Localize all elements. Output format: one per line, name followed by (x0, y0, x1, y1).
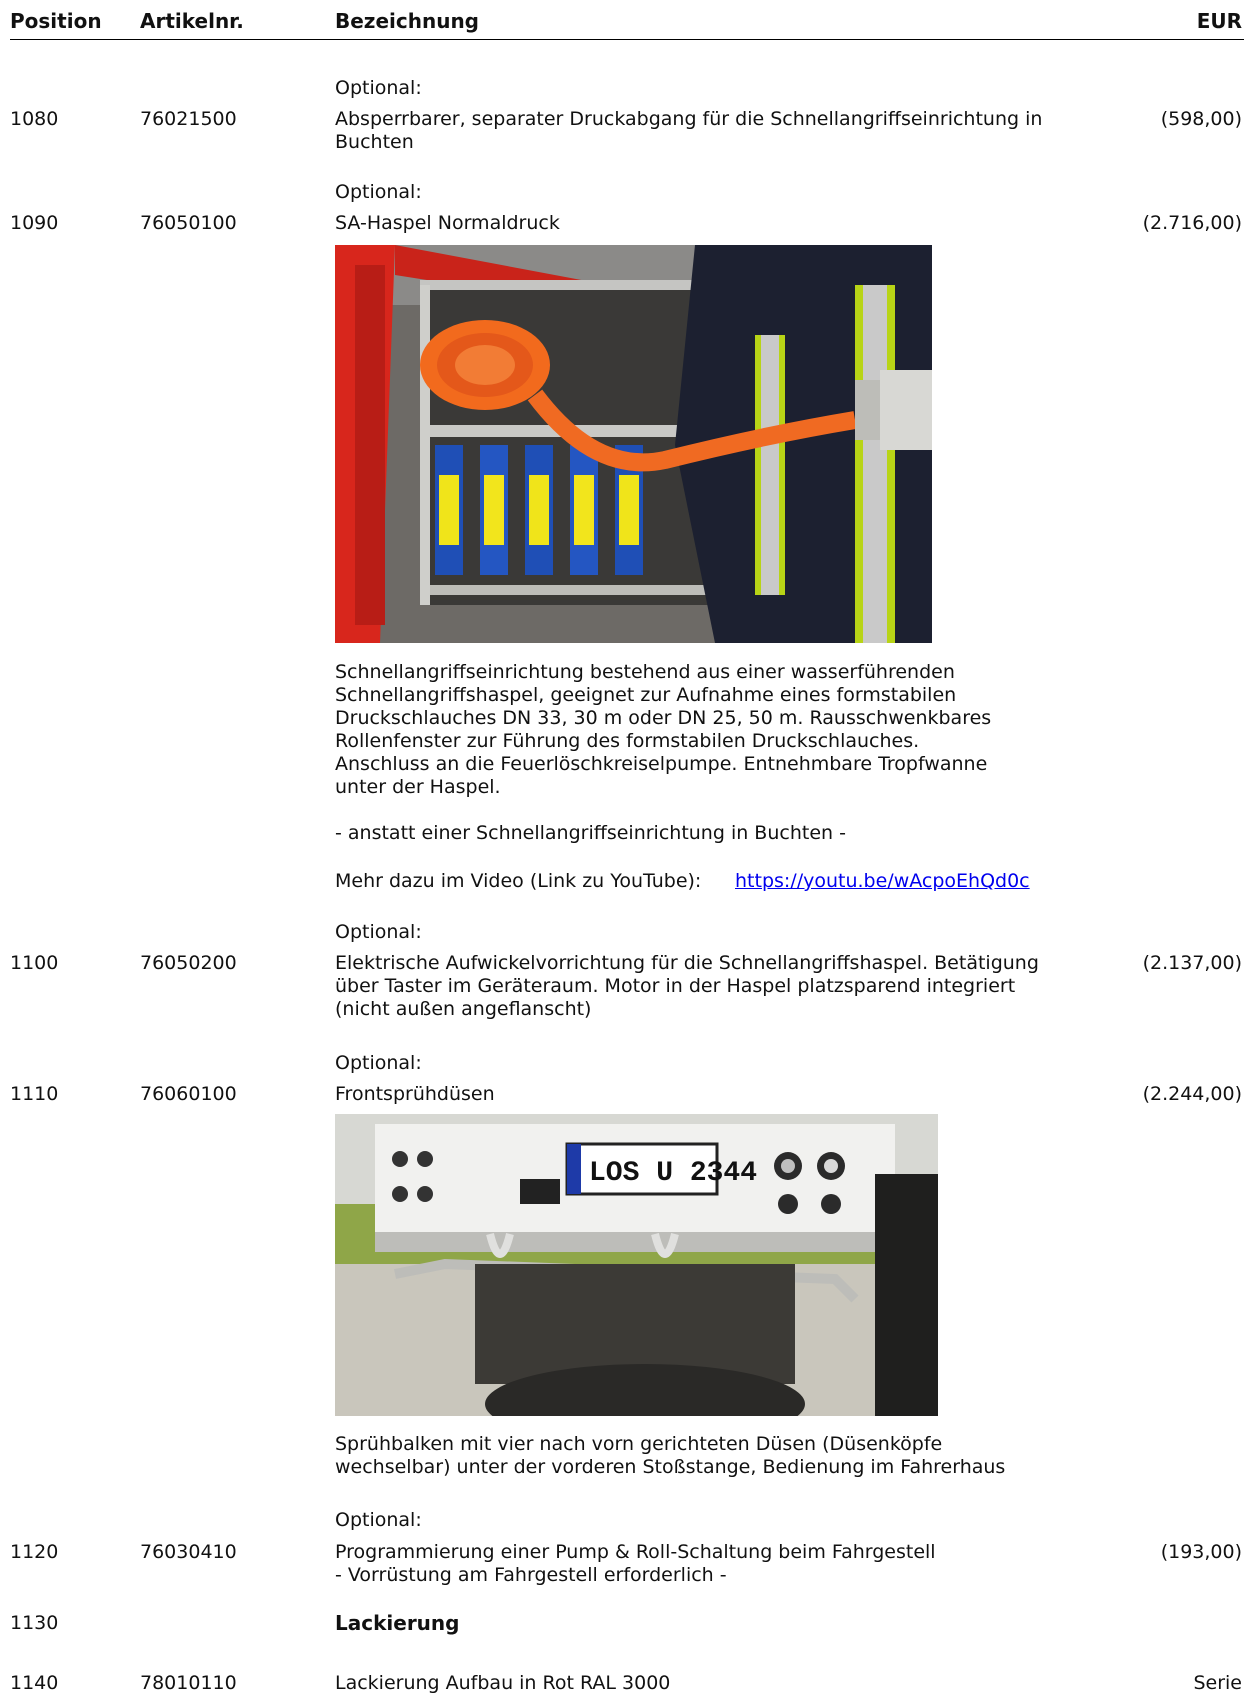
optional-label: Optional: (335, 1509, 422, 1531)
header-position: Position (10, 9, 102, 33)
position-number: 1110 (10, 1083, 59, 1105)
header-divider (10, 39, 1244, 40)
optional-label: Optional: (335, 181, 422, 203)
front-spray-image: LOS U 2344 (335, 1114, 938, 1416)
item-price: (2.137,00) (1142, 952, 1242, 974)
header-artikelnr: Artikelnr. (140, 9, 244, 33)
item-price: Serie (1193, 1672, 1242, 1694)
item-description: Programmierung einer Pump & Roll-Schaltu… (335, 1541, 936, 1563)
hose-reel-image (335, 245, 932, 643)
article-number: 78010110 (140, 1672, 237, 1694)
item-price: (2.716,00) (1142, 212, 1242, 234)
item-detail-text: Schnellangriffseinrichtung bestehend aus… (335, 661, 992, 798)
item-price: (193,00) (1160, 1541, 1242, 1563)
article-number: 76050200 (140, 952, 237, 974)
item-description-note: - Vorrüstung am Fahrgestell erforderlich… (335, 1564, 727, 1586)
position-number: 1140 (10, 1672, 59, 1694)
item-price: (598,00) (1160, 108, 1242, 130)
article-number: 76050100 (140, 212, 237, 234)
item-description: Absperrbarer, separater Druckabgang für … (335, 108, 1043, 153)
position-number: 1130 (10, 1612, 59, 1634)
license-plate-text: LOS U 2344 (589, 1158, 757, 1189)
article-number: 76030410 (140, 1541, 237, 1563)
header-eur: EUR (1196, 9, 1242, 33)
table-header: Position Artikelnr. Bezeichnung EUR (0, 0, 1252, 40)
article-number: 76021500 (140, 108, 237, 130)
position-number: 1120 (10, 1541, 59, 1563)
header-bezeichnung: Bezeichnung (335, 9, 479, 33)
front-spray-photo: LOS U 2344 (335, 1114, 938, 1416)
video-label: Mehr dazu im Video (Link zu YouTube): (335, 870, 702, 892)
position-number: 1100 (10, 952, 59, 974)
position-number: 1080 (10, 108, 59, 130)
article-number: 76060100 (140, 1083, 237, 1105)
youtube-link[interactable]: https://youtu.be/wAcpoEhQd0c (735, 870, 1030, 893)
position-number: 1090 (10, 212, 59, 234)
item-price: (2.244,00) (1142, 1083, 1242, 1105)
optional-label: Optional: (335, 1052, 422, 1074)
optional-label: Optional: (335, 77, 422, 99)
item-detail-text: Sprühbalken mit vier nach vorn gerichtet… (335, 1433, 1006, 1478)
item-description: Frontsprühdüsen (335, 1083, 495, 1105)
hose-reel-photo (335, 245, 932, 643)
document-page: Position Artikelnr. Bezeichnung EUR Opti… (0, 0, 1252, 1695)
item-detail-note: - anstatt einer Schnellangriffseinrichtu… (335, 822, 846, 844)
item-description: SA-Haspel Normaldruck (335, 212, 560, 234)
section-heading: Lackierung (335, 1611, 460, 1635)
item-description: Lackierung Aufbau in Rot RAL 3000 (335, 1672, 671, 1694)
item-description: Elektrische Aufwickelvorrichtung für die… (335, 952, 1039, 1020)
optional-label: Optional: (335, 921, 422, 943)
